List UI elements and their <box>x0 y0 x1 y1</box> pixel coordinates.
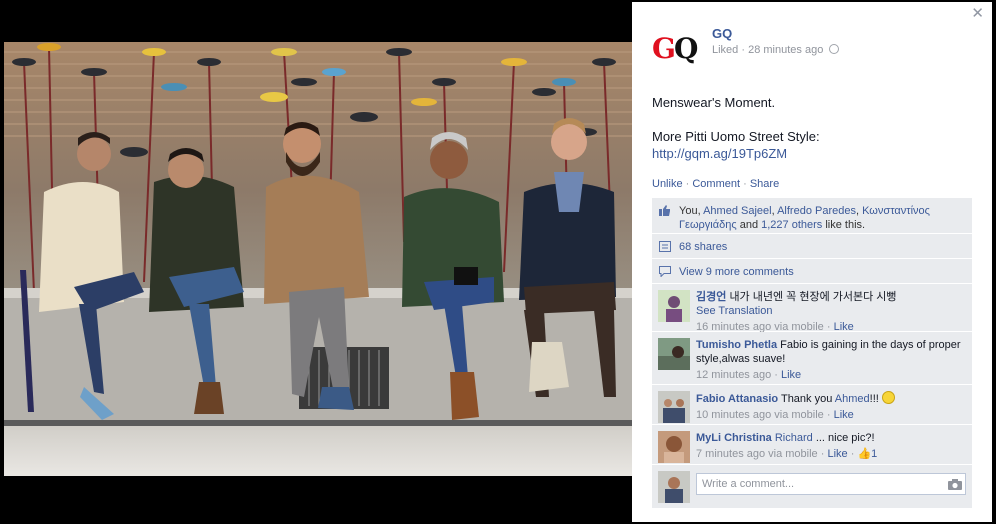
globe-icon <box>829 44 840 54</box>
comment-author[interactable]: Fabio Attanasio <box>696 393 778 405</box>
close-icon[interactable]: ✕ <box>971 6 984 22</box>
liker-alfredo[interactable]: Alfredo Paredes <box>777 205 856 217</box>
post-side-panel: ✕ G Q GQ Liked · 28 minutes ago Menswear… <box>632 2 992 522</box>
comment-author[interactable]: Tumisho Phetla <box>696 339 777 351</box>
comment-item: 김경언 내가 내년엔 꼭 현장에 가서본다 시뻥 See Translation… <box>652 284 972 333</box>
shares-link[interactable]: 68 shares <box>679 241 727 253</box>
comment-like-link[interactable]: Like <box>781 369 801 381</box>
comment-input[interactable] <box>696 473 966 495</box>
post-actions: Unlike · Comment · Share <box>652 178 780 190</box>
comments-icon <box>659 266 671 277</box>
comment-like-link[interactable]: Like <box>834 409 854 421</box>
comment-time: 12 minutes ago <box>696 369 772 381</box>
comment-item: MyLi Christina Richard ... nice pic?! 7 … <box>652 425 972 465</box>
shares-row: 68 shares <box>652 234 972 259</box>
gq-logo[interactable]: G Q <box>652 32 702 64</box>
view-more-comments-link[interactable]: View 9 more comments <box>679 266 794 278</box>
share-link[interactable]: Share <box>750 178 779 190</box>
post-meta: Liked · 28 minutes ago <box>712 44 840 56</box>
mention-link[interactable]: Richard <box>775 432 813 444</box>
svg-text:G: G <box>652 32 674 64</box>
comment-time: 7 minutes ago via mobile <box>696 448 818 460</box>
liker-ahmed[interactable]: Ahmed Sajeel <box>703 205 772 217</box>
comment-item: Tumisho Phetla Fabio is gaining in the d… <box>652 332 972 385</box>
avatar[interactable] <box>658 338 690 370</box>
avatar <box>658 471 690 503</box>
shares-icon <box>659 241 671 252</box>
comment-author[interactable]: 김경언 <box>696 291 726 303</box>
view-more-comments-row: View 9 more comments <box>652 259 972 284</box>
likes-summary: You, Ahmed Sajeel, Alfredo Paredes, Κωνσ… <box>652 198 972 234</box>
mention-link[interactable]: Ahmed <box>835 393 870 405</box>
post-link[interactable]: http://gqm.ag/19Tp6ZM <box>652 146 787 161</box>
photo-viewer <box>0 0 632 524</box>
comment-item: Fabio Attanasio Thank you Ahmed!!! 10 mi… <box>652 385 972 425</box>
avatar[interactable] <box>658 431 690 463</box>
comment-time: 10 minutes ago via mobile <box>696 409 824 421</box>
comment-text: 내가 내년엔 꼭 현장에 가서본다 시뻥 <box>729 291 897 303</box>
post-body: Menswear's Moment. More Pitti Uomo Stree… <box>652 94 982 162</box>
likers-others-link[interactable]: 1,227 others <box>761 219 822 231</box>
page-name-link[interactable]: GQ <box>712 26 732 41</box>
comment-like-link[interactable]: Like <box>827 448 847 460</box>
smile-emoticon-icon <box>881 391 895 404</box>
comment-composer <box>652 465 972 509</box>
post-photo[interactable] <box>4 42 632 476</box>
avatar[interactable] <box>658 290 690 322</box>
unlike-link[interactable]: Unlike <box>652 178 683 190</box>
comment-link[interactable]: Comment <box>692 178 740 190</box>
svg-text:Q: Q <box>674 32 698 64</box>
comment-author[interactable]: MyLi Christina <box>696 432 772 444</box>
post-text-line1: Menswear's Moment. <box>652 95 776 110</box>
feedback-section: You, Ahmed Sajeel, Alfredo Paredes, Κωνσ… <box>652 198 972 509</box>
post-text-line2: More Pitti Uomo Street Style: <box>652 129 820 144</box>
see-translation-link[interactable]: See Translation <box>696 305 772 317</box>
avatar[interactable] <box>658 391 690 423</box>
comment-like-count[interactable]: 👍1 <box>857 448 877 460</box>
camera-icon[interactable] <box>948 479 962 490</box>
post-timestamp[interactable]: 28 minutes ago <box>748 44 823 56</box>
thumbs-up-icon: 👍 <box>857 448 872 460</box>
thumbs-up-icon <box>659 205 670 216</box>
street-style-photo <box>4 42 632 476</box>
liked-status: Liked <box>712 44 739 56</box>
